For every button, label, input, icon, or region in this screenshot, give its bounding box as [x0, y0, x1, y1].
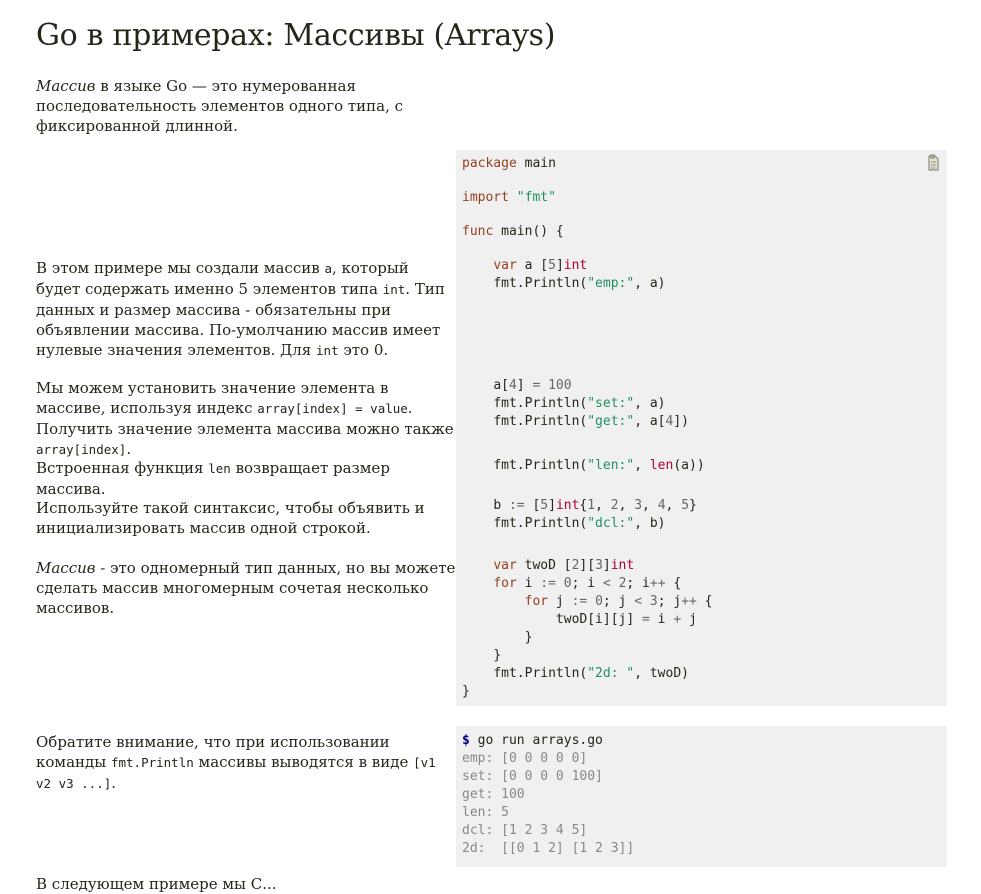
code-print-emp: fmt.Println("emp:", a) [493, 276, 666, 291]
shell-output-line: dcl: [1 2 3 4 5] [462, 823, 588, 838]
code-declare-a: var a [5]int [493, 258, 588, 273]
code-print-get: fmt.Println("get:", a[4]) [493, 414, 689, 429]
code-close-outer: } [493, 648, 502, 663]
shell-command: $ go run arrays.go [462, 733, 603, 748]
code-close-func: } [462, 684, 470, 699]
code-print-twod: fmt.Println("2d: ", twoD) [493, 666, 689, 681]
code-print-set: fmt.Println("set:", a) [493, 396, 666, 411]
section-declare: В этом примере мы создали массив a, кото… [36, 259, 445, 359]
code-print-dcl: fmt.Println("dcl:", b) [493, 516, 666, 531]
code-declare-b: b := [5]int{1, 2, 3, 4, 5} [493, 498, 697, 513]
section-multidim: Массив - это одномерный тип данных, но в… [36, 559, 456, 617]
code-func: func main() { [462, 224, 564, 239]
code-for-outer: for i := 0; i < 2; i++ { [493, 576, 682, 591]
section-set-get: Мы можем установить значение элемента в … [36, 379, 454, 458]
code-declare-twod: var twoD [2][3]int [493, 558, 635, 573]
section-literal: Используйте такой синтаксис, чтобы объяв… [36, 499, 425, 537]
page-title: Go в примерах: Массивы (Arrays) [36, 18, 556, 53]
section-output-note: Обратите внимание, что при использовании… [36, 733, 436, 792]
code-for-inner: for j := 0; j < 3; j++ { [524, 594, 713, 609]
intro-paragraph: Массив в языке Go — это нумерованная пос… [36, 76, 456, 136]
code-print-len: fmt.Println("len:", len(a)) [493, 458, 705, 473]
shell-output-line: len: 5 [462, 805, 509, 820]
code-set: a[4] = 100 [493, 378, 572, 393]
code-import: import "fmt" [462, 190, 556, 205]
next-paragraph-cut: В следующем примере мы С... [36, 875, 277, 893]
shell-output-line: emp: [0 0 0 0 0] [462, 751, 588, 766]
intro-term: Массив [36, 77, 96, 95]
code-package: package main [462, 156, 556, 171]
section-len: Встроенная функция len возвращает размер… [36, 459, 390, 498]
shell-output-line: set: [0 0 0 0 100] [462, 769, 603, 784]
code-assign-twod: twoD[i][j] = i + j [555, 612, 697, 627]
page: Go в примерах: Массивы (Arrays) Массив в… [0, 0, 981, 893]
shell-output-line: get: 100 [462, 787, 525, 802]
code-close-inner: } [524, 630, 533, 645]
shell-output-line: 2d: [[0 1 2] [1 2 3]] [462, 841, 635, 856]
